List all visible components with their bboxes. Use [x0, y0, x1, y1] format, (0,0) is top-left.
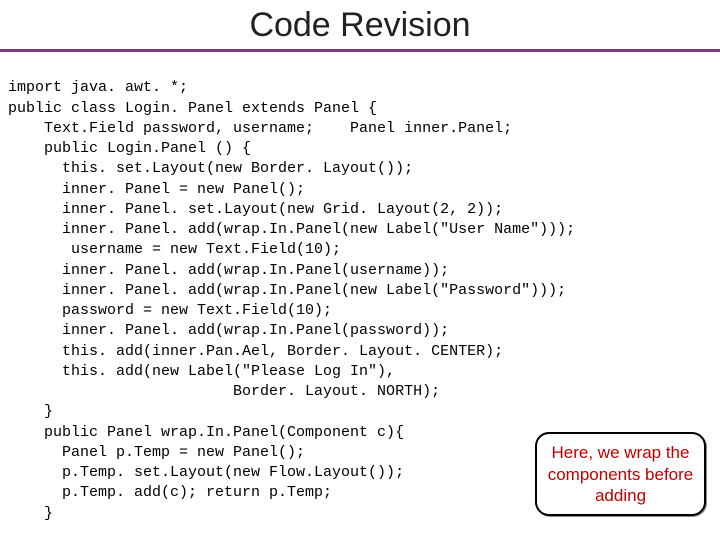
code-line: inner. Panel. add(wrap.In.Panel(username… [8, 262, 449, 279]
code-line: p.Temp. set.Layout(new Flow.Layout()); [8, 464, 404, 481]
code-line: Border. Layout. NORTH); [8, 383, 440, 400]
code-line: username = new Text.Field(10); [8, 241, 341, 258]
code-line: this. set.Layout(new Border. Layout()); [8, 160, 413, 177]
code-line: import java. awt. *; [8, 79, 188, 96]
code-line: password = new Text.Field(10); [8, 302, 332, 319]
code-line: inner. Panel. add(wrap.In.Panel(password… [8, 322, 449, 339]
code-line: inner. Panel. add(wrap.In.Panel(new Labe… [8, 221, 575, 238]
code-line: p.Temp. add(c); return p.Temp; [8, 484, 332, 501]
code-line: Panel p.Temp = new Panel(); [8, 444, 305, 461]
code-line: inner. Panel = new Panel(); [8, 181, 305, 198]
code-line: public class Login. Panel extends Panel … [8, 100, 377, 117]
code-line: inner. Panel. set.Layout(new Grid. Layou… [8, 201, 503, 218]
code-line: public Panel wrap.In.Panel(Component c){ [8, 424, 404, 441]
code-line: Text.Field password, username; Panel inn… [8, 120, 512, 137]
code-line: public Login.Panel () { [8, 140, 251, 157]
code-line: this. add(new Label("Please Log In"), [8, 363, 395, 380]
code-line: } [8, 403, 53, 420]
slide-title: Code Revision [0, 0, 720, 52]
code-line: } [8, 505, 53, 522]
callout-bubble: Here, we wrap the components before addi… [535, 432, 706, 516]
code-line: this. add(inner.Pan.Ael, Border. Layout.… [8, 343, 503, 360]
code-line: inner. Panel. add(wrap.In.Panel(new Labe… [8, 282, 566, 299]
